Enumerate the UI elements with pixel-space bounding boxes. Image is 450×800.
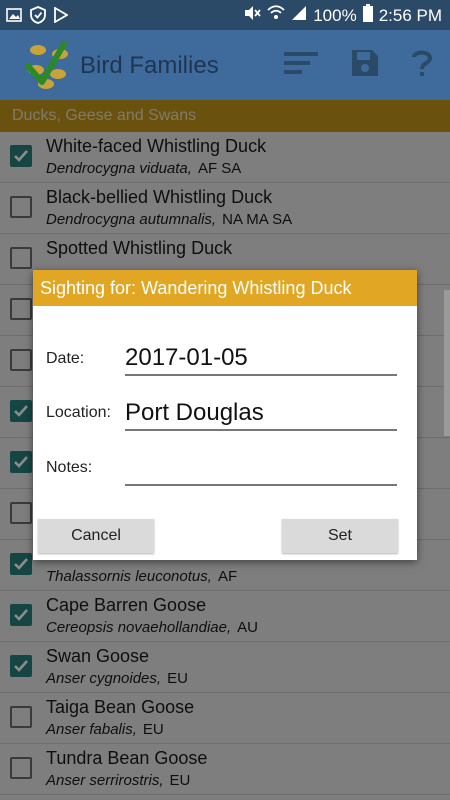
- battery-icon: [362, 4, 373, 27]
- app-title: Bird Families: [80, 52, 219, 79]
- dialog-title: Sighting for: Wandering Whistling Duck: [33, 270, 417, 306]
- app-logo-icon: [24, 40, 74, 90]
- location-label: Location:: [46, 404, 111, 421]
- mute-icon: [243, 5, 261, 26]
- scrollbar[interactable]: [444, 290, 450, 436]
- gallery-icon: [6, 8, 22, 27]
- sort-icon[interactable]: [284, 48, 320, 83]
- notes-input[interactable]: [125, 452, 397, 486]
- help-icon[interactable]: [410, 48, 434, 83]
- set-button[interactable]: Set: [282, 519, 398, 553]
- notes-label: Notes:: [46, 459, 93, 476]
- battery-percent: 100%: [313, 5, 357, 25]
- app-bar: Bird Families: [0, 30, 450, 100]
- sighting-dialog: Sighting for: Wandering Whistling Duck D…: [33, 270, 417, 560]
- cancel-button[interactable]: Cancel: [38, 519, 154, 553]
- play-store-icon: [54, 6, 69, 28]
- date-input[interactable]: [125, 342, 397, 376]
- system-status: 100% 2:56 PM: [243, 4, 442, 27]
- wifi-icon: [267, 5, 285, 26]
- date-label: Date:: [46, 350, 85, 367]
- location-input[interactable]: [125, 397, 397, 431]
- notification-icons: [6, 6, 69, 29]
- clock: 2:56 PM: [378, 5, 442, 25]
- app-bar-actions: [284, 48, 434, 83]
- shield-icon: [30, 6, 46, 29]
- signal-icon: [291, 5, 307, 26]
- status-bar: 100% 2:56 PM: [0, 0, 450, 30]
- save-icon[interactable]: [350, 48, 380, 83]
